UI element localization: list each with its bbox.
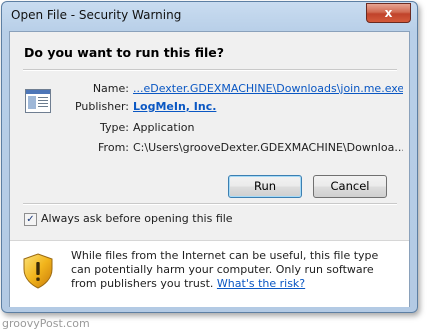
always-ask-label[interactable]: Always ask before opening this file	[41, 212, 233, 225]
divider	[23, 69, 397, 71]
from-value: C:\Users\grooveDexter.GDEXMACHINE\Downlo…	[133, 141, 403, 154]
close-button[interactable]: x	[366, 3, 411, 23]
security-warning-dialog: Open File - Security Warning x Do you wa…	[1, 1, 418, 313]
watermark: groovyPost.com	[2, 317, 90, 330]
run-button[interactable]: Run	[228, 175, 302, 198]
publisher-link[interactable]: LogMeIn, Inc.	[133, 100, 216, 113]
cancel-button[interactable]: Cancel	[313, 175, 387, 198]
name-label: Name:	[92, 82, 129, 95]
details-panel: Do you want to run this file? Name: ...e…	[10, 32, 409, 240]
checkmark-icon: ✓	[26, 214, 35, 225]
warning-panel: While files from the Internet can be use…	[10, 240, 409, 307]
whats-the-risk-link[interactable]: What's the risk?	[217, 277, 305, 290]
divider	[23, 203, 397, 205]
warning-text: While files from the Internet can be use…	[71, 249, 401, 291]
dialog-question: Do you want to run this file?	[24, 45, 224, 60]
close-icon: x	[384, 6, 393, 20]
from-label: From:	[98, 141, 129, 154]
shield-warning-icon	[23, 253, 53, 289]
publisher-label: Publisher:	[74, 100, 129, 113]
file-name-link[interactable]: ...eDexter.GDEXMACHINE\Downloads\join.me…	[133, 82, 403, 95]
always-ask-checkbox[interactable]: ✓	[24, 213, 37, 226]
type-label: Type:	[100, 121, 129, 134]
type-value: Application	[133, 121, 195, 134]
dialog-body: Do you want to run this file? Name: ...e…	[9, 31, 410, 307]
window-title: Open File - Security Warning	[11, 8, 182, 22]
title-bar[interactable]: Open File - Security Warning x	[2, 2, 417, 30]
